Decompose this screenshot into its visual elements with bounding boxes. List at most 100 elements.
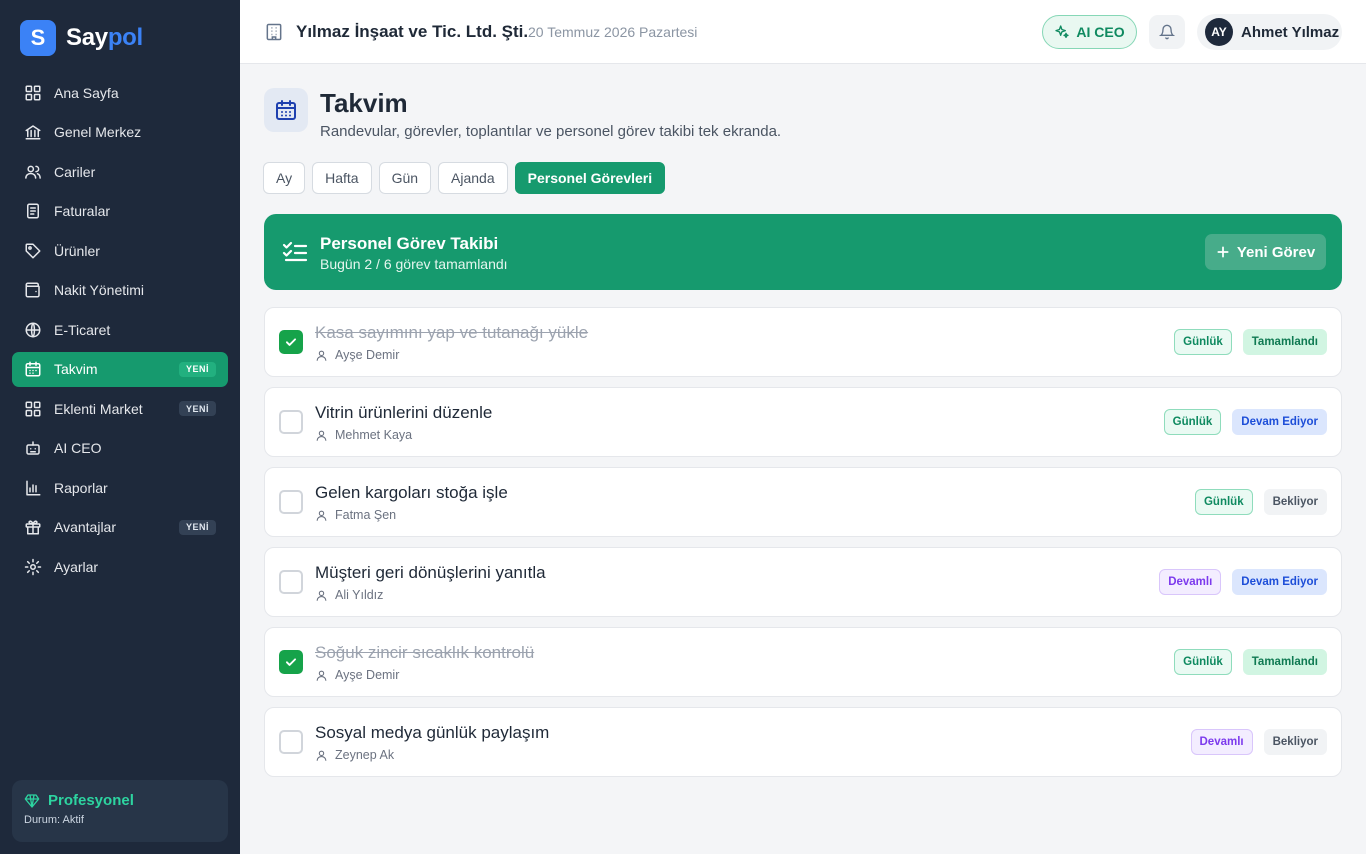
invoice-icon: [27, 203, 39, 219]
frequency-badge: Günlük: [1174, 649, 1232, 675]
sidebar-item-label: AI CEO: [54, 440, 102, 456]
sidebar-item-eklenti-market[interactable]: Eklenti Market YENİ: [12, 391, 228, 426]
sidebar: S Saypol Ana Sayfa Genel Merkez Cariler Fat…: [0, 0, 240, 854]
sidebar-item-faturalar[interactable]: Faturalar: [12, 194, 228, 229]
user-icon: [316, 350, 327, 361]
bank-icon: [25, 125, 41, 140]
status-badge: Devam Ediyor: [1232, 409, 1327, 435]
top-header: Yılmaz İnşaat ve Tic. Ltd. Şti. 20 Temmu…: [240, 0, 1366, 64]
tab-gun[interactable]: Gün: [378, 162, 432, 194]
plan-title-text: Profesyonel: [48, 792, 134, 809]
sidebar-item-cariler[interactable]: Cariler: [12, 154, 228, 189]
status-badge: Bekliyor: [1263, 489, 1327, 515]
sidebar-item-ana-sayfa[interactable]: Ana Sayfa: [12, 75, 228, 110]
banner-subtitle: Bugün 2 / 6 görev tamamlandı: [320, 256, 508, 272]
brand-name: Saypol: [66, 24, 143, 52]
header-date: 20 Temmuz 2026 Pazartesi: [528, 24, 698, 40]
new-badge: YENİ: [178, 401, 216, 416]
task-tags: Günlük Tamamlandı: [1163, 329, 1327, 355]
task-assignee: Fatma Şen: [315, 508, 396, 522]
user-icon: [316, 510, 327, 521]
user-icon: [316, 590, 327, 601]
task-row[interactable]: Müşteri geri dönüşlerini yanıtla Ali Yıld…: [264, 547, 1342, 617]
task-row[interactable]: Kasa sayımını yap ve tutanağı yükle Ayşe …: [264, 307, 1342, 377]
calendar-icon: [276, 100, 296, 120]
brand-name-part1: Say: [66, 24, 108, 51]
brand-name-part2: pol: [107, 24, 143, 51]
task-checkbox[interactable]: [279, 730, 303, 754]
sidebar-item-raporlar[interactable]: Raporlar: [12, 470, 228, 505]
sidebar-item-label: Avantajlar: [54, 519, 117, 535]
bell-icon: [1159, 24, 1175, 40]
frequency-badge: Devamlı: [1190, 729, 1253, 755]
sparkle-icon: [1055, 25, 1070, 38]
sidebar-item-nakit-yonetimi[interactable]: Nakit Yönetimi: [12, 273, 228, 308]
checklist-icon: [282, 241, 308, 262]
globe-icon: [25, 322, 41, 337]
sidebar-item-label: Faturalar: [54, 203, 111, 219]
avatar: AY: [1205, 18, 1233, 46]
tab-ajanda[interactable]: Ajanda: [438, 162, 508, 194]
check-icon: [285, 338, 297, 346]
user-menu[interactable]: AY Ahmet Yılmaz: [1197, 14, 1342, 50]
task-checkbox[interactable]: [279, 410, 303, 434]
task-tracking-banner: Personel Görev Takibi Bugün 2 / 6 görev …: [264, 214, 1342, 290]
grid-icon: [25, 85, 41, 100]
task-checkbox[interactable]: [279, 570, 303, 594]
sidebar-item-label: Eklenti Market: [54, 400, 143, 417]
sidebar-item-label: Takvim: [54, 361, 98, 377]
task-row[interactable]: Soğuk zincir sıcaklık kontrolü Ayşe Demir…: [264, 627, 1342, 697]
brand[interactable]: S Saypol: [20, 20, 143, 56]
sidebar-item-ai-ceo[interactable]: AI CEO: [12, 431, 228, 466]
task-assignee: Ali Yıldız: [315, 588, 383, 602]
task-assignee-name: Fatma Şen: [335, 508, 397, 522]
sidebar-item-label: Raporlar: [54, 479, 108, 496]
task-checkbox[interactable]: [279, 490, 303, 514]
page-title: Takvim: [320, 88, 408, 118]
sidebar-nav: Ana Sayfa Genel Merkez Cariler Faturalar Ürü…: [12, 75, 228, 589]
new-task-button[interactable]: Yeni Görev: [1205, 234, 1326, 270]
calendar-icon: [25, 361, 41, 377]
check-icon: [285, 658, 297, 666]
status-badge: Tamamlandı: [1242, 329, 1327, 355]
sidebar-item-takvim[interactable]: Takvim YENİ: [12, 351, 228, 387]
task-tags: Günlük Bekliyor: [1184, 489, 1327, 515]
task-assignee: Mehmet Kaya: [315, 428, 412, 442]
plan-title: Profesyonel: [24, 792, 216, 809]
notifications-button[interactable]: [1149, 15, 1185, 49]
sidebar-item-label: Ürünler: [54, 242, 100, 259]
task-title: Soğuk zincir sıcaklık kontrolü: [315, 643, 535, 662]
wallet-icon: [25, 282, 40, 298]
task-row[interactable]: Gelen kargoları stoğa işle Fatma Şen Günlü…: [264, 467, 1342, 537]
sidebar-item-ayarlar[interactable]: Ayarlar: [12, 549, 228, 584]
status-badge: Bekliyor: [1263, 729, 1327, 755]
task-tags: Devamlı Devam Ediyor: [1148, 569, 1327, 595]
ai-ceo-button[interactable]: AI CEO: [1042, 15, 1137, 49]
apps-icon: [25, 401, 41, 416]
tab-personel-gorevleri[interactable]: Personel Görevleri: [514, 162, 666, 194]
new-badge: YENİ: [178, 519, 216, 535]
plan-card[interactable]: Profesyonel Durum: Aktif: [12, 780, 228, 842]
task-title: Kasa sayımını yap ve tutanağı yükle: [315, 323, 589, 342]
page-subtitle: Randevular, görevler, toplantılar ve per…: [320, 123, 782, 140]
sidebar-item-e-ticaret[interactable]: E-Ticaret: [12, 312, 228, 347]
sidebar-item-label: Nakit Yönetimi: [54, 282, 145, 298]
gift-icon: [25, 520, 41, 535]
task-assignee-name: Ayşe Demir: [335, 668, 400, 682]
sidebar-item-genel-merkez[interactable]: Genel Merkez: [12, 115, 228, 150]
task-row[interactable]: Sosyal medya günlük paylaşım Zeynep Ak Dev…: [264, 707, 1342, 777]
task-assignee-name: Zeynep Ak: [335, 748, 395, 762]
user-name: Ahmet Yılmaz: [1241, 23, 1340, 41]
tab-ay[interactable]: Ay: [263, 162, 306, 194]
task-assignee-name: Ayşe Demir: [335, 348, 400, 362]
task-checkbox[interactable]: [279, 330, 303, 354]
sidebar-item-urunler[interactable]: Ürünler: [12, 233, 228, 268]
calendar-page-icon: [264, 88, 308, 132]
user-icon: [316, 430, 327, 441]
new-task-label: Yeni Görev: [1236, 243, 1316, 261]
tab-hafta[interactable]: Hafta: [312, 162, 372, 194]
sidebar-item-avantajlar[interactable]: Avantajlar YENİ: [12, 510, 228, 545]
task-row[interactable]: Vitrin ürünlerini düzenle Mehmet Kaya Günl…: [264, 387, 1342, 457]
task-checkbox[interactable]: [279, 650, 303, 674]
task-title: Müşteri geri dönüşlerini yanıtla: [315, 563, 546, 582]
